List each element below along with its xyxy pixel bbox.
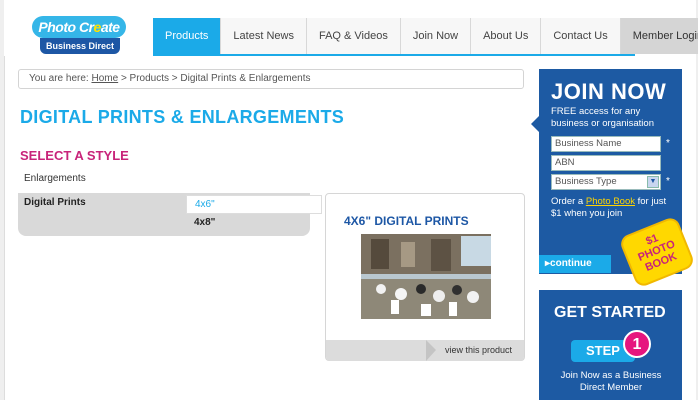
photo-book-offer: Order a Photo Book for just $1 when you …: [551, 196, 675, 220]
logo-business-direct: Business Direct: [40, 38, 120, 54]
join-subtitle: FREE access for any business or organisa…: [551, 106, 654, 129]
nav-faq-videos[interactable]: FAQ & Videos: [305, 18, 400, 54]
business-type-value: Business Type: [555, 176, 617, 187]
breadcrumb: You are here: Home > Products > Digital …: [18, 69, 524, 89]
get-started-title: GET STARTED: [554, 304, 666, 321]
main-nav: Products Latest News FAQ & Videos Join N…: [153, 18, 698, 54]
logo-photo-create: Photo Create: [32, 16, 126, 38]
business-name-field[interactable]: Business Name: [551, 136, 661, 152]
business-type-required: *: [666, 176, 670, 187]
continue-button[interactable]: ▸continue: [539, 255, 611, 273]
chevron-down-icon[interactable]: ▼: [647, 176, 659, 188]
nav-latest-news[interactable]: Latest News: [220, 18, 306, 54]
photo-book-link[interactable]: Photo Book: [586, 196, 635, 207]
product-card: 4X6" DIGITAL PRINTS view this product: [325, 193, 525, 361]
breadcrumb-prefix: You are here:: [29, 73, 89, 84]
style-option-4x8[interactable]: 4x8": [194, 217, 215, 228]
digital-prints-label[interactable]: Digital Prints: [24, 197, 86, 208]
view-product-bar[interactable]: view this product: [326, 340, 524, 361]
page-title: DIGITAL PRINTS & ENLARGEMENTS: [20, 107, 345, 127]
offer-text-pre: Order a: [551, 196, 584, 207]
business-type-select[interactable]: Business Type ▼: [551, 174, 661, 190]
business-name-required: *: [666, 138, 670, 149]
nav-member-login[interactable]: Member Login: [619, 18, 698, 54]
product-title: 4X6" DIGITAL PRINTS: [344, 214, 469, 228]
join-panel-notch: [531, 116, 539, 132]
abn-field[interactable]: ABN: [551, 155, 661, 171]
product-photo[interactable]: [361, 234, 491, 319]
join-title: JOIN NOW: [551, 79, 667, 104]
breadcrumb-home-link[interactable]: Home: [91, 73, 118, 84]
bar-arrow-shape: [426, 340, 436, 361]
nav-underline: [153, 54, 635, 56]
step-number-badge: 1: [623, 330, 651, 358]
enlargements-link[interactable]: Enlargements: [24, 173, 86, 184]
style-option-4x6[interactable]: 4x6": [186, 195, 322, 214]
section-title: SELECT A STYLE: [20, 148, 129, 163]
nav-about-us[interactable]: About Us: [470, 18, 541, 54]
get-started-panel: GET STARTED STEP 1 Join Now as a Busines…: [539, 290, 682, 400]
nav-contact-us[interactable]: Contact Us: [540, 18, 620, 54]
nav-join-now[interactable]: Join Now: [399, 18, 471, 54]
nav-products[interactable]: Products: [153, 18, 221, 54]
continue-label: continue: [550, 258, 592, 269]
page: Photo Create Business Direct Products La…: [4, 0, 698, 400]
breadcrumb-rest: > Products > Digital Prints & Enlargemen…: [120, 73, 311, 84]
view-product-link[interactable]: view this product: [445, 345, 512, 355]
digital-prints-row: Digital Prints 4x6" 4x8": [18, 193, 322, 236]
get-started-text: Join Now as a Business Direct Member: [560, 370, 662, 393]
site-logo[interactable]: Photo Create Business Direct: [32, 16, 128, 58]
left-border: [4, 56, 5, 400]
